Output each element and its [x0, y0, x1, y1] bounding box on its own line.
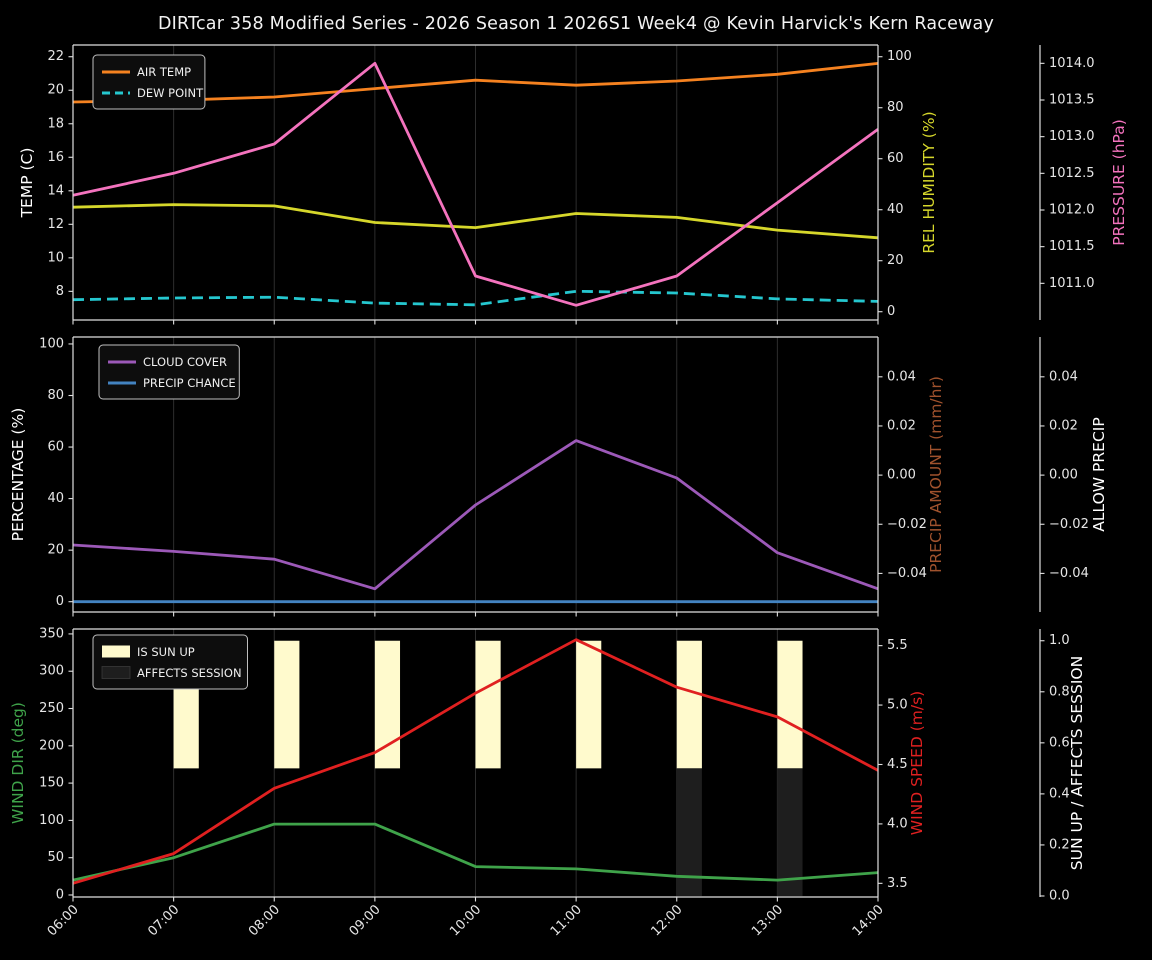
right-axis-tick-label: 0.02: [887, 418, 916, 433]
right-axis-tick-label: 60: [887, 151, 904, 166]
outer-right-axis-tick-label: 0.02: [1049, 418, 1078, 433]
left-axis-tick-label: 300: [39, 664, 64, 679]
left-axis-tick-label: 20: [47, 543, 64, 558]
right-axis-tick-label: 4.0: [887, 816, 908, 831]
cloud-cover-legend-label: CLOUD COVER: [143, 355, 227, 369]
outer-right-axis-tick-label: 0.04: [1049, 369, 1078, 384]
outer-right-axis-tick-label: 0.4: [1049, 786, 1070, 801]
outer-right-axis-title: PRESSURE (hPa): [1110, 119, 1128, 246]
left-axis-tick-label: 100: [39, 336, 64, 351]
is-sun-up-legend-label: IS SUN UP: [137, 645, 195, 659]
wind-sun-plot: 350 300 250 200 150 100 50 0 5.5 5.0 4.5 4.0 3.5 1.0 0…: [9, 626, 1086, 939]
outer-right-axis-tick-label: −0.02: [1049, 517, 1089, 532]
x-axis-tick-label: 10:00: [447, 902, 484, 939]
left-axis-tick-label: 16: [47, 150, 64, 165]
left-axis-title: WIND DIR (deg): [9, 702, 27, 824]
x-axis-tick-label: 14:00: [850, 902, 887, 939]
x-axis-tick-label: 11:00: [548, 902, 585, 939]
cloud-precip-plot: 100 80 60 40 20 0 0.04 0.02 0.00 −0.02 −0.04 0.04 0.…: [9, 336, 1108, 617]
left-axis-tick-label: 250: [39, 701, 64, 716]
outer-right-axis-tick-label: 0.0: [1049, 888, 1070, 903]
outer-right-axis-tick-label: 1012.5: [1049, 166, 1095, 181]
is-sun-up-bar: [475, 640, 501, 769]
left-axis-tick-label: 40: [47, 491, 64, 506]
right-axis-tick-label: 100: [887, 49, 912, 64]
left-axis-tick-label: 350: [39, 626, 64, 641]
outer-right-axis-tick-label: 1012.0: [1049, 203, 1095, 218]
is-sun-up-bar: [777, 640, 803, 769]
left-axis-tick-label: 8: [56, 284, 64, 299]
left-axis-tick-label: 0: [56, 887, 64, 902]
right-axis-tick-label: 5.5: [887, 638, 908, 653]
right-axis-title: REL HUMIDITY (%): [920, 111, 938, 253]
left-axis-tick-label: 18: [47, 116, 64, 131]
left-axis-tick-label: 60: [47, 440, 64, 455]
precip-chance-legend-label: PRECIP CHANCE: [143, 376, 236, 390]
right-axis-tick-label: −0.04: [887, 566, 927, 581]
is-sun-up-legend-swatch: [102, 645, 130, 658]
outer-right-axis-tick-label: 0.00: [1049, 468, 1078, 483]
forecast-plots-canvas: 2220181614121081008060402001014.01013.51…: [9, 44, 1128, 939]
dew-point-legend-label: DEW POINT: [137, 86, 204, 100]
right-axis-title: PRECIP AMOUNT (mm/hr): [927, 376, 945, 573]
legend-box: [98, 344, 240, 400]
air-temp-legend-label: AIR TEMP: [137, 65, 191, 79]
right-axis-tick-label: 80: [887, 100, 904, 115]
right-axis-tick-label: 0.04: [887, 369, 916, 384]
right-axis-tick-label: 0.00: [887, 468, 916, 483]
is-sun-up-bar: [274, 640, 300, 769]
left-axis-tick-label: 0: [56, 594, 64, 609]
is-sun-up-bar: [676, 640, 702, 769]
x-axis-tick-label: 07:00: [145, 902, 182, 939]
temp-humidity-pressure-plot: 22 20 18 16 14 12 10 8 100 80 60 40 20 0 1014.0 1013.5 1…: [18, 44, 1128, 325]
outer-right-axis-tick-label: 1013.5: [1049, 93, 1095, 108]
left-axis-tick-label: 100: [39, 813, 64, 828]
outer-right-axis-title: ALLOW PRECIP: [1090, 417, 1108, 531]
left-axis-tick-label: 50: [47, 850, 64, 865]
right-axis-title: WIND SPEED (m/s): [908, 691, 926, 835]
right-axis-tick-label: 3.5: [887, 876, 908, 891]
x-axis-tick-label: 13:00: [749, 902, 786, 939]
x-axis-tick-label: 06:00: [45, 902, 82, 939]
right-axis-tick-label: 0: [887, 304, 895, 319]
left-axis-tick-label: 14: [47, 183, 64, 198]
left-axis-tick-label: 80: [47, 388, 64, 403]
outer-right-axis-tick-label: 0.6: [1049, 735, 1070, 750]
left-axis-tick-label: 150: [39, 776, 64, 791]
outer-right-axis-tick-label: 1011.5: [1049, 239, 1095, 254]
outer-right-axis-tick-label: 1.0: [1049, 633, 1070, 648]
left-axis-title: PERCENTAGE (%): [9, 408, 27, 542]
outer-right-axis-tick-label: 1011.0: [1049, 276, 1095, 291]
left-axis-tick-label: 10: [47, 250, 64, 265]
legend-box: [92, 634, 248, 690]
legend-box: [92, 54, 206, 110]
affects-session-legend-swatch: [101, 666, 131, 679]
right-axis-tick-label: 40: [887, 202, 904, 217]
outer-right-axis-tick-label: 0.2: [1049, 837, 1070, 852]
outer-right-axis-tick-label: 1014.0: [1049, 56, 1095, 71]
outer-right-axis-tick-label: −0.04: [1049, 566, 1089, 581]
right-axis-tick-label: 4.5: [887, 757, 908, 772]
x-axis-tick-label: 12:00: [648, 902, 685, 939]
left-axis-tick-label: 12: [47, 217, 64, 232]
left-axis-tick-label: 22: [47, 49, 64, 64]
left-axis-tick-label: 20: [47, 83, 64, 98]
x-axis-tick-label: 08:00: [246, 902, 283, 939]
outer-right-axis-title: SUN UP / AFFECTS SESSION: [1068, 656, 1086, 870]
affects-session-bar: [777, 768, 803, 896]
x-axis-tick-label: 09:00: [347, 902, 384, 939]
outer-right-axis-tick-label: 1013.0: [1049, 129, 1095, 144]
right-axis-tick-label: 5.0: [887, 698, 908, 713]
affects-session-legend-label: AFFECTS SESSION: [137, 666, 242, 680]
left-axis-tick-label: 200: [39, 738, 64, 753]
right-axis-tick-label: 20: [887, 253, 904, 268]
outer-right-axis-tick-label: 0.8: [1049, 684, 1070, 699]
left-axis-title: TEMP (C): [18, 148, 36, 219]
weather-forecast-screen: DIRTcar 358 Modified Series - 2026 Seaso…: [0, 0, 1152, 960]
right-axis-tick-label: −0.02: [887, 517, 927, 532]
chart-title: DIRTcar 358 Modified Series - 2026 Seaso…: [157, 14, 995, 34]
is-sun-up-bar: [576, 640, 602, 769]
